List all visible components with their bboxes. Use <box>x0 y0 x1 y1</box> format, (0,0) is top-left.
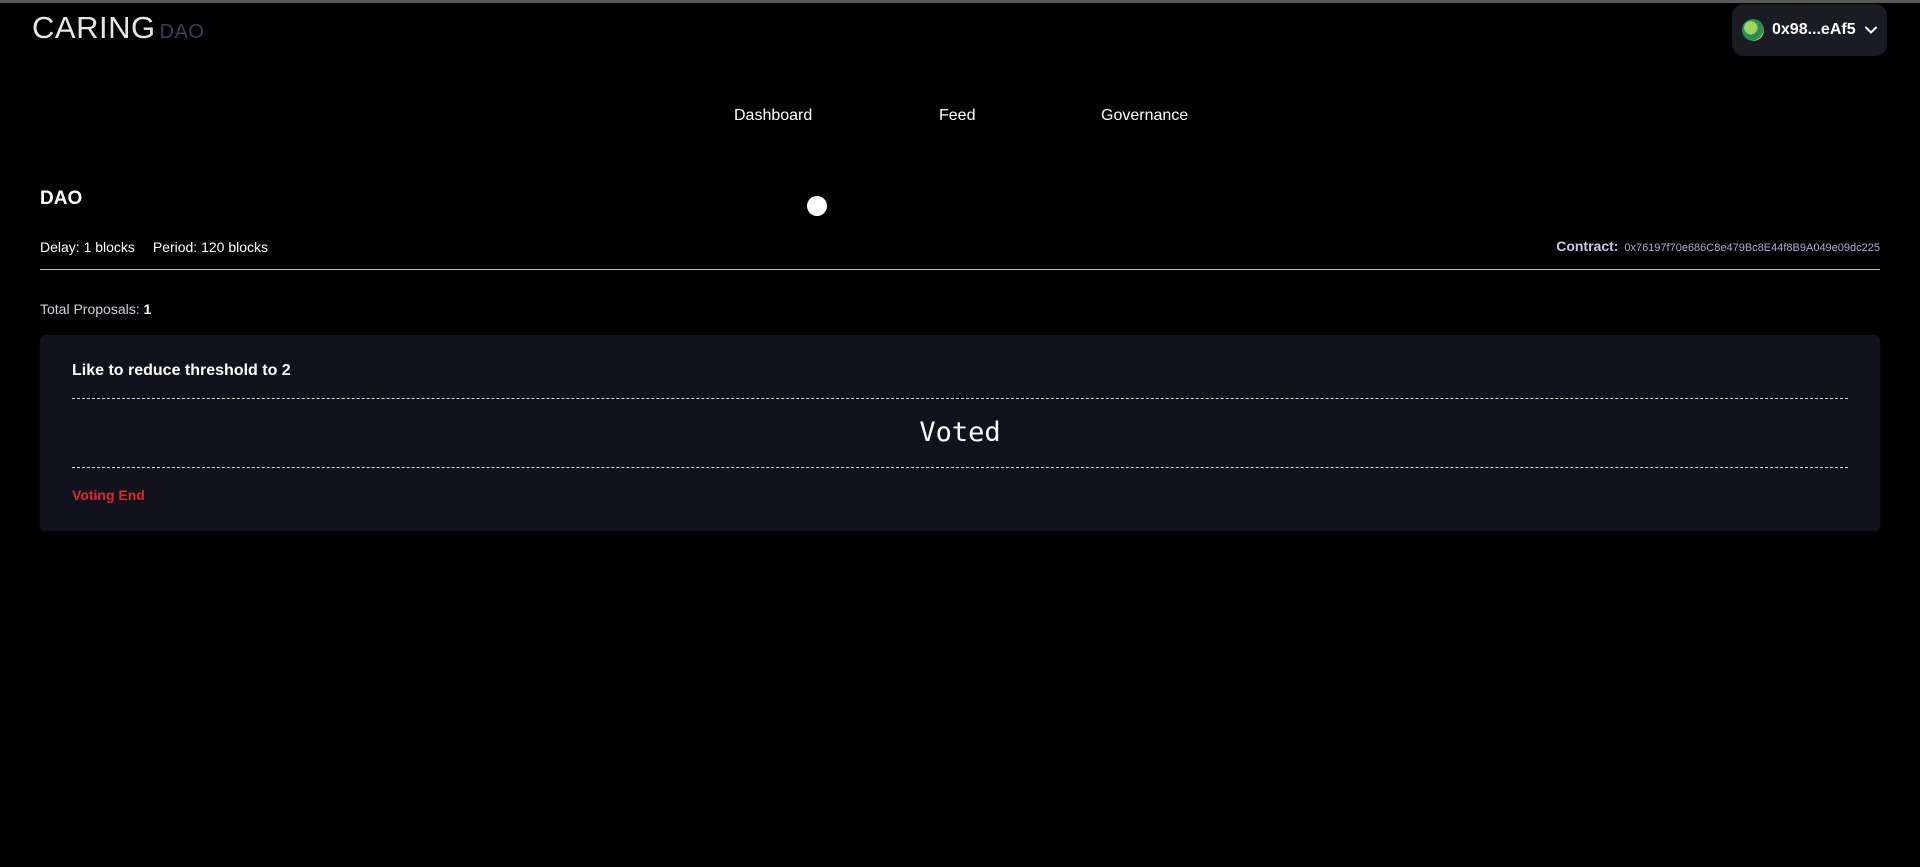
total-proposals: Total Proposals: 1 <box>40 301 151 317</box>
dao-meta: Delay: 1 blocks Period: 120 blocks <box>40 239 282 255</box>
wallet-avatar <box>1742 19 1764 41</box>
main-nav: Dashboard Feed Governance <box>0 107 1920 131</box>
period-text: Period: 120 blocks <box>152 239 269 255</box>
cursor-dot <box>807 196 827 216</box>
contract-label: Contract: <box>1556 238 1619 254</box>
proposal-title: Like to reduce threshold to 2 <box>72 362 291 379</box>
divider <box>40 269 1880 270</box>
app-logo[interactable]: CARING DAO <box>32 10 204 46</box>
dashed-divider <box>72 398 1848 399</box>
voting-status: Voting End <box>72 487 145 503</box>
chevron-down-icon <box>1864 26 1877 34</box>
nav-governance[interactable]: Governance <box>1101 107 1188 125</box>
contract-info: Contract: 0x76197f70e686C8e479Bc8E44f8B9… <box>1556 238 1880 254</box>
logo-main: CARING <box>32 10 156 45</box>
top-rule <box>0 0 1920 3</box>
contract-address[interactable]: 0x76197f70e686C8e479Bc8E44f8B9A049e09dc2… <box>1624 242 1880 254</box>
page-title: DAO <box>40 188 83 209</box>
logo-sub: DAO <box>159 21 205 43</box>
proposal-card[interactable]: Like to reduce threshold to 2 Voted Voti… <box>40 335 1880 531</box>
nav-dashboard[interactable]: Dashboard <box>734 107 812 125</box>
wallet-address: 0x98...eAf5 <box>1772 21 1856 38</box>
nav-feed[interactable]: Feed <box>939 107 975 125</box>
total-label: Total Proposals: <box>40 301 140 317</box>
dashed-divider <box>72 467 1848 468</box>
wallet-button[interactable]: 0x98...eAf5 <box>1732 4 1887 56</box>
delay-text: Delay: 1 blocks <box>40 239 135 255</box>
vote-status: Voted <box>919 417 1001 448</box>
total-value: 1 <box>143 301 152 317</box>
